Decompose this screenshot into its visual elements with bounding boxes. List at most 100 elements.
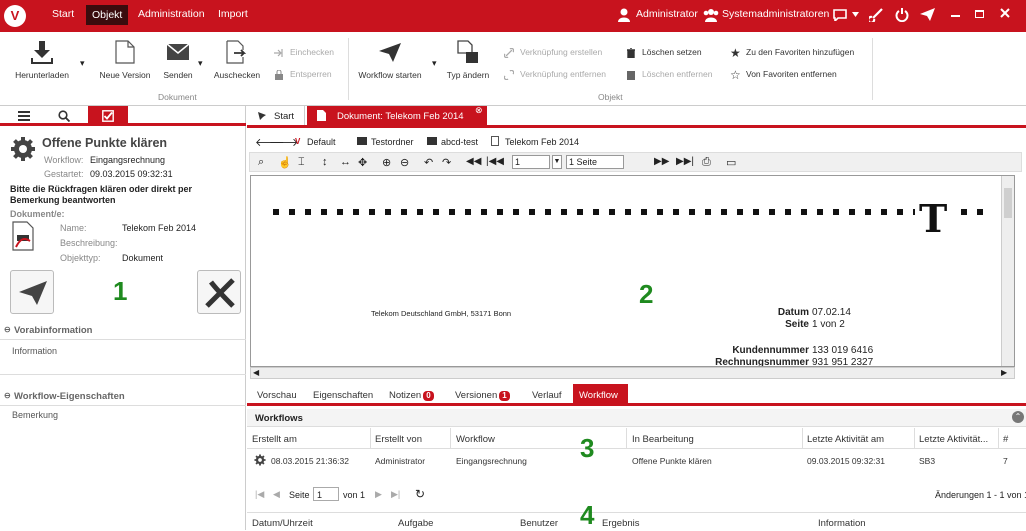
telekom-dot-row bbox=[273, 209, 988, 215]
last-page-icon[interactable]: ▶▶| bbox=[676, 156, 694, 167]
scroll-left-icon[interactable]: ◀ bbox=[253, 368, 259, 377]
close-icon[interactable] bbox=[1000, 8, 1010, 18]
set-delete-button[interactable]: Löschen setzen bbox=[626, 47, 702, 58]
vertical-scrollbar[interactable] bbox=[1001, 176, 1014, 366]
col-in-progress[interactable]: In Bearbeitung bbox=[632, 434, 694, 445]
previous-page-icon[interactable]: ◀◀ bbox=[466, 156, 481, 167]
tab-workflow[interactable]: Workflow bbox=[573, 384, 628, 403]
tab-list[interactable] bbox=[0, 106, 40, 126]
chat-icon[interactable] bbox=[833, 9, 847, 21]
tab-history[interactable]: Verlauf bbox=[532, 390, 562, 401]
checkout-button[interactable]: Auschecken bbox=[212, 40, 262, 80]
rotate-right-icon[interactable]: ↷ bbox=[442, 156, 451, 169]
print-icon[interactable]: ⎙ bbox=[702, 156, 711, 169]
col-created-at[interactable]: Erstellt am bbox=[252, 434, 297, 445]
send-button[interactable]: Senden bbox=[158, 40, 198, 80]
chevron-down-icon[interactable] bbox=[852, 12, 859, 17]
col-created-by[interactable]: Erstellt von bbox=[375, 434, 422, 445]
col-last-activity[interactable]: Letzte Aktivität... bbox=[919, 434, 988, 445]
tab-tasks[interactable] bbox=[88, 106, 128, 126]
breadcrumb-subfolder[interactable]: abcd-test bbox=[441, 137, 478, 147]
remove-link-button[interactable]: Verknüpfung entfernen bbox=[504, 69, 606, 80]
col-datetime[interactable]: Datum/Uhrzeit bbox=[252, 518, 313, 529]
pager-page-input[interactable]: 1 bbox=[313, 487, 339, 501]
send-icon[interactable] bbox=[920, 8, 935, 21]
col-task[interactable]: Aufgabe bbox=[398, 518, 433, 529]
app-logo[interactable]: V bbox=[4, 5, 26, 27]
text-cursor-icon[interactable]: ⌶ bbox=[298, 156, 305, 169]
pre-info-header[interactable]: ⊖ Vorabinformation bbox=[0, 322, 246, 340]
col-last-activity-at[interactable]: Letzte Aktivität am bbox=[807, 434, 884, 445]
tab-notes[interactable]: Notizen 0 bbox=[389, 390, 434, 401]
next-page-icon[interactable]: ▶▶ bbox=[654, 156, 669, 167]
menu-objekt[interactable]: Objekt bbox=[86, 5, 129, 25]
send-dropdown-icon[interactable]: ▾ bbox=[198, 58, 203, 69]
download-dropdown-icon[interactable]: ▾ bbox=[80, 58, 85, 69]
tab-preview[interactable]: Vorschau bbox=[257, 390, 297, 401]
next-page-icon[interactable]: ▶ bbox=[375, 489, 382, 500]
scroll-right-icon[interactable]: ▶ bbox=[1001, 368, 1007, 377]
tab-search[interactable] bbox=[44, 106, 84, 126]
new-version-button[interactable]: Neue Version bbox=[92, 40, 158, 80]
page-dropdown-icon[interactable]: ▼ bbox=[552, 155, 562, 169]
workflow-dropdown-icon[interactable]: ▾ bbox=[432, 58, 437, 69]
cancel-task-button[interactable] bbox=[197, 270, 241, 314]
col-workflow[interactable]: Workflow bbox=[456, 434, 495, 445]
tab-properties[interactable]: Eigenschaften bbox=[313, 390, 373, 401]
minimize-icon[interactable] bbox=[951, 15, 960, 17]
menu-start[interactable]: Start bbox=[52, 8, 74, 20]
col-result[interactable]: Ergebnis bbox=[602, 518, 640, 529]
menu-administration[interactable]: Administration bbox=[138, 8, 205, 20]
first-page-icon[interactable]: |◀ bbox=[255, 489, 264, 500]
fit-width-icon[interactable]: ↔ bbox=[340, 156, 351, 168]
page-number-input[interactable]: 1 bbox=[512, 155, 550, 169]
fit-page-icon[interactable]: ✥ bbox=[358, 156, 367, 169]
tab-close-icon[interactable]: ⊗ bbox=[475, 105, 483, 116]
col-information[interactable]: Information bbox=[818, 518, 866, 529]
create-link-button[interactable]: Verknüpfung erstellen bbox=[504, 47, 602, 58]
collapse-panel-icon[interactable]: ⌃ bbox=[1012, 411, 1024, 423]
scrollbar-thumb[interactable] bbox=[1004, 188, 1012, 218]
breadcrumb-default[interactable]: Default bbox=[307, 137, 336, 147]
task-instruction: Bitte die Rückfragen klären oder direkt … bbox=[10, 184, 193, 205]
start-workflow-button[interactable]: Workflow starten bbox=[352, 40, 428, 80]
download-button[interactable]: Herunterladen bbox=[12, 40, 72, 80]
fit-height-icon[interactable]: ↕ bbox=[322, 156, 328, 168]
tab-versions[interactable]: Versionen 1 bbox=[455, 390, 510, 401]
first-page-icon[interactable]: |◀◀ bbox=[486, 156, 504, 167]
user-name[interactable]: Administrator bbox=[636, 8, 698, 20]
breadcrumb-folder[interactable]: Testordner bbox=[371, 137, 414, 147]
role-name[interactable]: Systemadministratoren bbox=[722, 8, 829, 20]
menu-import[interactable]: Import bbox=[218, 8, 248, 20]
add-favorite-button[interactable]: ★ Zu den Favoriten hinzufügen bbox=[730, 47, 854, 59]
power-icon[interactable] bbox=[895, 8, 909, 22]
unlock-button[interactable]: Entsperren bbox=[274, 69, 332, 80]
rotate-left-icon[interactable]: ↶ bbox=[424, 156, 433, 169]
zoom-in-icon[interactable]: ⊕ bbox=[382, 156, 391, 169]
last-page-icon[interactable]: ▶| bbox=[391, 489, 400, 500]
zoom-icon[interactable]: ⌕ bbox=[258, 156, 264, 169]
previous-page-icon[interactable]: ◀ bbox=[273, 489, 280, 500]
remove-favorite-button[interactable]: ☆ Von Favoriten entfernen bbox=[730, 69, 837, 81]
name-value[interactable]: Telekom Feb 2014 bbox=[122, 223, 196, 233]
workflow-properties-header[interactable]: ⊖ Workflow-Eigenschaften bbox=[0, 388, 246, 406]
window-icon[interactable]: ▭ bbox=[726, 156, 736, 169]
tab-start[interactable]: Start bbox=[247, 106, 305, 125]
zoom-out-icon[interactable]: ⊖ bbox=[400, 156, 409, 169]
forward-task-button[interactable] bbox=[10, 270, 54, 314]
unlink-icon bbox=[504, 69, 514, 80]
refresh-icon[interactable]: ↻ bbox=[415, 487, 425, 501]
maximize-icon[interactable] bbox=[975, 10, 984, 18]
hand-icon[interactable]: ☝ bbox=[278, 156, 292, 169]
pin-icon bbox=[257, 111, 267, 121]
tab-document[interactable]: Dokument: Telekom Feb 2014 ⊗ bbox=[307, 105, 487, 125]
checkin-button[interactable]: Einchecken bbox=[274, 47, 334, 58]
col-count[interactable]: # bbox=[1003, 434, 1008, 445]
change-type-button[interactable]: Typ ändern bbox=[440, 40, 496, 80]
horizontal-scrollbar[interactable]: ◀ ▶ bbox=[250, 367, 1015, 379]
pdf-document-icon[interactable] bbox=[12, 221, 34, 251]
page-mode-select[interactable]: 1 Seite bbox=[566, 155, 624, 169]
col-user[interactable]: Benutzer bbox=[520, 518, 558, 529]
wrench-icon[interactable] bbox=[869, 8, 883, 22]
remove-delete-button[interactable]: Löschen entfernen bbox=[626, 69, 712, 80]
